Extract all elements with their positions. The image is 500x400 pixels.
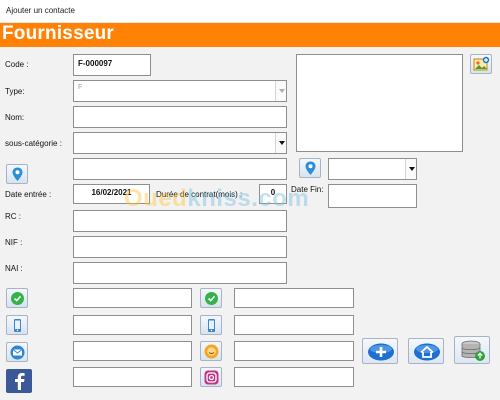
database-save-icon <box>461 340 485 361</box>
form-banner: Fournisseur <box>0 23 500 47</box>
code-field[interactable]: F-000097 <box>73 54 151 76</box>
nom-label: Nom: <box>5 113 25 122</box>
skype-field[interactable] <box>234 341 354 361</box>
souscategorie-label: sous-catégorie : <box>5 139 62 148</box>
rc-field[interactable] <box>73 210 287 232</box>
date-entree-label: Date entrée : <box>5 190 52 199</box>
date-fin-label: Date Fin: <box>291 185 324 194</box>
code-label: Code : <box>5 60 29 69</box>
add-photo-button[interactable] <box>470 54 492 74</box>
window-title: Ajouter un contacte <box>6 6 75 15</box>
whatsapp-button-2[interactable] <box>200 288 222 308</box>
facebook-icon <box>15 373 25 390</box>
save-button[interactable] <box>454 336 490 364</box>
facebook-field[interactable] <box>73 367 192 387</box>
chevron-down-icon[interactable] <box>275 81 286 101</box>
location-select[interactable] <box>328 158 417 180</box>
phone-field-2[interactable] <box>234 315 354 335</box>
phone-icon <box>14 319 21 332</box>
facebook-button[interactable] <box>6 369 32 393</box>
date-entree-field[interactable]: 16/02/2021 <box>73 184 150 204</box>
photo-box <box>296 54 463 152</box>
nom-field[interactable] <box>73 106 287 128</box>
whatsapp-icon <box>205 292 218 305</box>
whatsapp-field-1[interactable] <box>73 288 192 308</box>
home-button[interactable] <box>408 338 444 364</box>
home-icon <box>414 343 440 361</box>
email-icon <box>10 345 25 360</box>
chevron-down-icon[interactable] <box>405 159 416 179</box>
address-field[interactable] <box>73 158 287 180</box>
add-button[interactable] <box>362 338 398 364</box>
duree-field[interactable]: 0 <box>259 184 287 204</box>
souscategorie-select[interactable] <box>73 132 287 154</box>
map-pin-icon <box>305 161 316 175</box>
whatsapp-button-1[interactable] <box>6 288 28 308</box>
phone-button-1[interactable] <box>6 315 28 335</box>
type-select-value: F <box>78 84 83 91</box>
skype-button[interactable] <box>200 341 222 361</box>
duree-label: Durée de contrat(mois) : <box>156 190 243 199</box>
instagram-button[interactable] <box>200 367 222 387</box>
instagram-field[interactable] <box>234 367 354 387</box>
email-field[interactable] <box>73 341 192 361</box>
date-fin-field[interactable] <box>328 184 417 208</box>
rc-label: RC : <box>5 212 21 221</box>
email-button[interactable] <box>6 342 28 362</box>
skype-icon <box>204 344 219 359</box>
phone-icon <box>208 319 215 332</box>
location-button-1[interactable] <box>6 164 28 184</box>
nai-field[interactable] <box>73 262 287 284</box>
whatsapp-field-2[interactable] <box>234 288 354 308</box>
phone-button-2[interactable] <box>200 315 222 335</box>
banner-title: Fournisseur <box>2 23 114 44</box>
phone-field-1[interactable] <box>73 315 192 335</box>
whatsapp-icon <box>11 292 24 305</box>
photo-add-icon <box>473 56 490 71</box>
type-label: Type: <box>5 87 25 96</box>
nif-label: NIF : <box>5 238 23 247</box>
window-titlebar: Ajouter un contacte <box>0 0 500 23</box>
chevron-down-icon[interactable] <box>275 133 286 153</box>
type-select[interactable]: F <box>73 80 287 102</box>
nai-label: NAI : <box>5 264 23 273</box>
map-pin-icon <box>12 167 23 181</box>
instagram-icon <box>204 370 219 385</box>
location-button-2[interactable] <box>299 158 321 178</box>
add-icon <box>368 343 394 361</box>
nif-field[interactable] <box>73 236 287 258</box>
